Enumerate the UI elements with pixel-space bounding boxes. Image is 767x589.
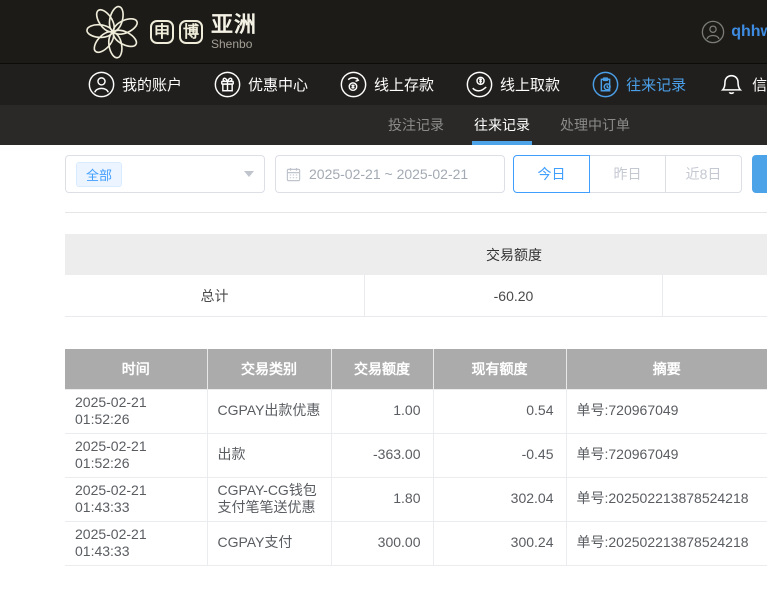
summary-total-value: -60.20 bbox=[365, 275, 663, 316]
cell-summary: 单号:202502213878524218 bbox=[566, 521, 767, 565]
nav-item-promotions[interactable]: 优惠中心 bbox=[214, 71, 308, 98]
username-text: qhhw bbox=[731, 23, 767, 41]
user-icon bbox=[88, 71, 115, 98]
tab-bet-records[interactable]: 投注记录 bbox=[388, 105, 444, 145]
cell-amount: 1.00 bbox=[331, 389, 433, 433]
logo-char-1: 申 bbox=[150, 20, 174, 44]
bell-icon bbox=[718, 71, 745, 98]
date-range-input[interactable]: 2025-02-21 ~ 2025-02-21 bbox=[275, 155, 505, 193]
logo-char-2: 博 bbox=[179, 20, 203, 44]
brand-logo[interactable]: 申 博 亚洲 Shenbo bbox=[84, 3, 257, 61]
nav-item-withdraw[interactable]: 线上取款 bbox=[466, 71, 560, 98]
nav-item-transactions[interactable]: 往来记录 bbox=[592, 71, 686, 98]
withdraw-icon bbox=[466, 71, 493, 98]
sub-nav: 投注记录 往来记录 处理中订单 bbox=[0, 105, 767, 145]
type-select[interactable]: 全部 bbox=[65, 155, 265, 193]
selected-type-tag[interactable]: 全部 bbox=[76, 162, 122, 187]
col-header-amount: 交易额度 bbox=[331, 349, 433, 389]
calendar-icon bbox=[286, 167, 301, 182]
last-8-days-button[interactable]: 近8日 bbox=[665, 155, 742, 193]
cell-type: CGPAY支付 bbox=[207, 521, 331, 565]
cell-summary: 单号:720967049 bbox=[566, 389, 767, 433]
tab-label: 处理中订单 bbox=[560, 115, 630, 135]
cell-amount: -363.00 bbox=[331, 433, 433, 477]
nav-item-my-account[interactable]: 我的账户 bbox=[88, 71, 182, 98]
filter-bar: 全部 2025-02-21 ~ 2025-02-21 今日 昨日 近8日 bbox=[65, 155, 767, 193]
cell-time: 2025-02-21 01:43:33 bbox=[65, 477, 207, 521]
table-row: 2025-02-21 01:52:26 CGPAY出款优惠 1.00 0.54 … bbox=[65, 389, 767, 433]
avatar-icon bbox=[701, 20, 725, 44]
table-row: 2025-02-21 01:52:26 出款 -363.00 -0.45 单号:… bbox=[65, 433, 767, 477]
deposit-icon bbox=[340, 71, 367, 98]
quick-date-buttons: 今日 昨日 近8日 bbox=[513, 155, 742, 193]
section-divider bbox=[65, 212, 767, 213]
cell-time: 2025-02-21 01:52:26 bbox=[65, 433, 207, 477]
cell-balance: 300.24 bbox=[433, 521, 566, 565]
col-header-balance: 现有额度 bbox=[433, 349, 566, 389]
col-header-summary: 摘要 bbox=[566, 349, 767, 389]
cell-amount: 300.00 bbox=[331, 521, 433, 565]
cell-type: CGPAY出款优惠 bbox=[207, 389, 331, 433]
today-button[interactable]: 今日 bbox=[513, 155, 590, 193]
table-header-row: 时间 交易类别 交易额度 现有额度 摘要 bbox=[65, 349, 767, 389]
account-chip[interactable]: qhhw bbox=[701, 20, 767, 44]
table-row: 2025-02-21 01:43:33 CGPAY-CG钱包支付笔笔送优惠 1.… bbox=[65, 477, 767, 521]
date-range-value: 2025-02-21 ~ 2025-02-21 bbox=[309, 166, 468, 182]
cell-time: 2025-02-21 01:52:26 bbox=[65, 389, 207, 433]
cell-type: 出款 bbox=[207, 433, 331, 477]
tab-label: 往来记录 bbox=[474, 115, 530, 135]
nav-label: 线上存款 bbox=[374, 74, 434, 95]
logo-region-text: 亚洲 bbox=[211, 14, 257, 36]
logo-characters: 申 博 bbox=[150, 20, 203, 44]
gift-icon bbox=[214, 71, 241, 98]
cell-balance: -0.45 bbox=[433, 433, 566, 477]
query-button[interactable] bbox=[752, 155, 767, 193]
summary-total-label: 总计 bbox=[65, 275, 365, 316]
summary-total-row: 总计 -60.20 bbox=[65, 275, 767, 317]
nav-label: 我的账户 bbox=[122, 74, 182, 95]
nav-label: 往来记录 bbox=[626, 74, 686, 95]
col-header-time: 时间 bbox=[65, 349, 207, 389]
yesterday-button[interactable]: 昨日 bbox=[589, 155, 666, 193]
cell-summary: 单号:202502213878524218 bbox=[566, 477, 767, 521]
flower-logo-icon bbox=[84, 3, 142, 61]
cell-type: CGPAY-CG钱包支付笔笔送优惠 bbox=[207, 477, 331, 521]
nav-label: 线上取款 bbox=[500, 74, 560, 95]
nav-label: 信 bbox=[752, 74, 767, 95]
records-icon bbox=[592, 71, 619, 98]
cell-summary: 单号:720967049 bbox=[566, 433, 767, 477]
nav-item-messages[interactable]: 信 bbox=[718, 71, 767, 98]
cell-amount: 1.80 bbox=[331, 477, 433, 521]
tab-pending-orders[interactable]: 处理中订单 bbox=[560, 105, 630, 145]
main-nav: 我的账户 优惠中心 线上存款 bbox=[0, 63, 767, 105]
summary-header-row: 交易额度 bbox=[65, 234, 767, 275]
tab-label: 投注记录 bbox=[388, 115, 444, 135]
summary-table: 交易额度 总计 -60.20 bbox=[65, 234, 767, 317]
app-header: 申 博 亚洲 Shenbo qhhw bbox=[0, 0, 767, 63]
transactions-table: 时间 交易类别 交易额度 现有额度 摘要 2025-02-21 01:52:26… bbox=[65, 349, 767, 566]
nav-item-deposit[interactable]: 线上存款 bbox=[340, 71, 434, 98]
logo-subtitle: Shenbo bbox=[211, 38, 257, 50]
cell-balance: 302.04 bbox=[433, 477, 566, 521]
tab-transaction-records[interactable]: 往来记录 bbox=[474, 105, 530, 145]
cell-time: 2025-02-21 01:43:33 bbox=[65, 521, 207, 565]
nav-label: 优惠中心 bbox=[248, 74, 308, 95]
summary-amount-header: 交易额度 bbox=[365, 245, 663, 265]
chevron-down-icon bbox=[244, 171, 254, 177]
summary-empty-cell bbox=[663, 275, 767, 316]
table-row: 2025-02-21 01:43:33 CGPAY支付 300.00 300.2… bbox=[65, 521, 767, 565]
col-header-type: 交易类别 bbox=[207, 349, 331, 389]
cell-balance: 0.54 bbox=[433, 389, 566, 433]
